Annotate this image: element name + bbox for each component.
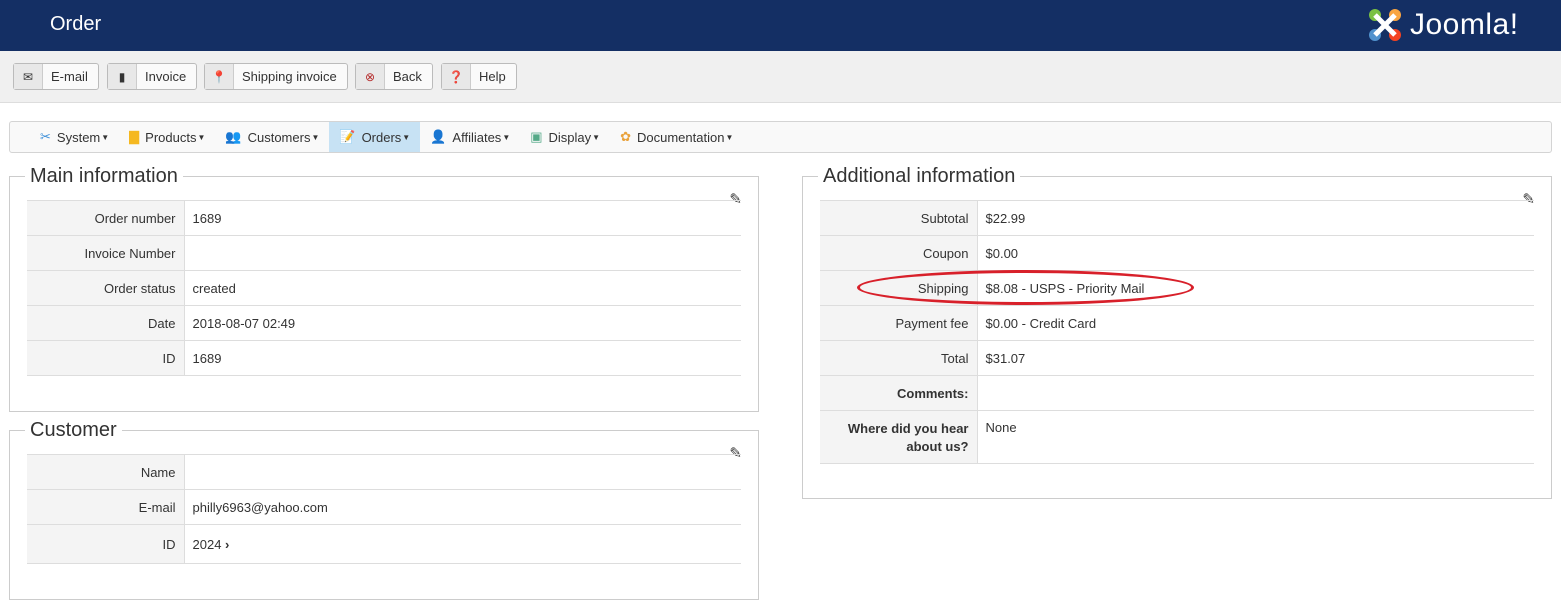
section-title: Main information <box>30 165 178 187</box>
main-information-table: Order number 1689 Invoice Number Order st… <box>27 200 741 376</box>
section-title: Additional information <box>823 165 1016 187</box>
menu-display[interactable]: ▣ Display ▼ <box>520 122 610 152</box>
field-value <box>184 235 741 271</box>
field-label: Payment fee <box>820 305 978 341</box>
table-row: Coupon $0.00 <box>820 235 1534 271</box>
chevron-right-icon[interactable]: › <box>225 537 229 552</box>
field-value <box>977 375 1534 411</box>
page-title: Order <box>50 13 102 35</box>
field-value <box>184 454 741 490</box>
table-row: E-mail philly6963@yahoo.com <box>27 489 741 525</box>
field-value: $22.99 <box>977 200 1534 236</box>
envelope-icon: ✉ <box>14 64 43 89</box>
map-pin-icon: 📍 <box>205 64 234 89</box>
back-button[interactable]: ⊗ Back <box>355 63 433 90</box>
table-row: Date 2018-08-07 02:49 <box>27 305 741 341</box>
shipping-invoice-button[interactable]: 📍 Shipping invoice <box>204 63 348 90</box>
field-label: Order status <box>27 270 185 306</box>
caret-down-icon: ▼ <box>502 132 511 142</box>
joomla-logo: Joomla! <box>1366 6 1519 44</box>
caret-down-icon: ▼ <box>101 132 110 142</box>
main-menu: ✂ System ▼ ▇ Products ▼ 👥 Customers ▼ 📝 Orders ▼… <box>9 121 1552 153</box>
field-label: E-mail <box>27 489 185 525</box>
table-row: ID 1689 <box>27 340 741 376</box>
field-label: Date <box>27 305 185 341</box>
help-button[interactable]: ❓ Help <box>441 63 517 90</box>
box-icon: ▇ <box>129 129 140 144</box>
field-value: $31.07 <box>977 340 1534 376</box>
book-icon: ▮ <box>108 64 137 89</box>
field-label: Invoice Number <box>27 235 185 271</box>
table-row: Where did you hear about us? None <box>820 410 1534 464</box>
field-label: Subtotal <box>820 200 978 236</box>
table-row: Invoice Number <box>27 235 741 271</box>
caret-down-icon: ▼ <box>402 132 411 142</box>
lifebuoy-icon: ✿ <box>620 129 631 144</box>
section-title: Customer <box>30 419 117 441</box>
field-value: 2024 › <box>184 524 741 564</box>
field-label: Total <box>820 340 978 376</box>
field-label: Order number <box>27 200 185 236</box>
question-icon: ❓ <box>442 64 471 89</box>
cancel-icon: ⊗ <box>356 64 385 89</box>
menu-affiliates[interactable]: 👤 Affiliates ▼ <box>420 122 520 152</box>
table-row: ID 2024 › <box>27 524 741 564</box>
highlight-annotation <box>857 270 1194 305</box>
caret-down-icon: ▼ <box>725 132 734 142</box>
table-row: Name <box>27 454 741 490</box>
customer-id-link[interactable]: 2024 <box>193 537 222 552</box>
field-label: Where did you hear about us? <box>820 410 978 464</box>
caret-down-icon: ▼ <box>197 132 206 142</box>
menu-products[interactable]: ▇ Products ▼ <box>119 122 215 152</box>
caret-down-icon: ▼ <box>592 132 601 142</box>
logo-text: Joomla! <box>1410 8 1519 41</box>
menu-system[interactable]: ✂ System ▼ <box>30 122 119 152</box>
field-label: ID <box>27 524 185 564</box>
table-row: Subtotal $22.99 <box>820 200 1534 236</box>
menu-orders[interactable]: 📝 Orders ▼ <box>329 122 421 152</box>
caret-down-icon: ▼ <box>311 132 320 142</box>
field-value: $0.00 - Credit Card <box>977 305 1534 341</box>
users-icon: 👥 <box>225 129 242 144</box>
display-icon: ▣ <box>530 129 543 144</box>
table-row: Comments: <box>820 375 1534 411</box>
menu-documentation[interactable]: ✿ Documentation ▼ <box>610 122 743 152</box>
field-value: None <box>977 410 1534 464</box>
field-value: 1689 <box>184 200 741 236</box>
field-value: 2018-08-07 02:49 <box>184 305 741 341</box>
customer-table: Name E-mail philly6963@yahoo.com ID 2024 › <box>27 454 741 564</box>
table-row: Payment fee $0.00 - Credit Card <box>820 305 1534 341</box>
table-row: Order status created <box>27 270 741 306</box>
additional-information-table: Subtotal $22.99 Coupon $0.00 Shipping $8.08… <box>820 200 1534 464</box>
field-label: Name <box>27 454 185 490</box>
field-label: ID <box>27 340 185 376</box>
tools-icon: ✂ <box>40 129 51 144</box>
header: Order Joomla! <box>0 0 1561 51</box>
field-label: Comments: <box>820 375 978 411</box>
email-button[interactable]: ✉ E-mail <box>13 63 99 90</box>
field-value: philly6963@yahoo.com <box>184 489 741 525</box>
field-label: Coupon <box>820 235 978 271</box>
invoice-button[interactable]: ▮ Invoice <box>107 63 198 90</box>
field-value: created <box>184 270 741 306</box>
field-value: $0.00 <box>977 235 1534 271</box>
toolbar: ✉ E-mail ▮ Invoice 📍 Shipping invoice ⊗ Back… <box>0 51 1561 103</box>
table-row: Order number 1689 <box>27 200 741 236</box>
table-row: Total $31.07 <box>820 340 1534 376</box>
field-value: 1689 <box>184 340 741 376</box>
document-icon: 📝 <box>339 129 356 144</box>
menu-customers[interactable]: 👥 Customers ▼ <box>215 122 329 152</box>
joomla-logo-icon <box>1369 9 1401 41</box>
affiliate-icon: 👤 <box>430 129 447 144</box>
